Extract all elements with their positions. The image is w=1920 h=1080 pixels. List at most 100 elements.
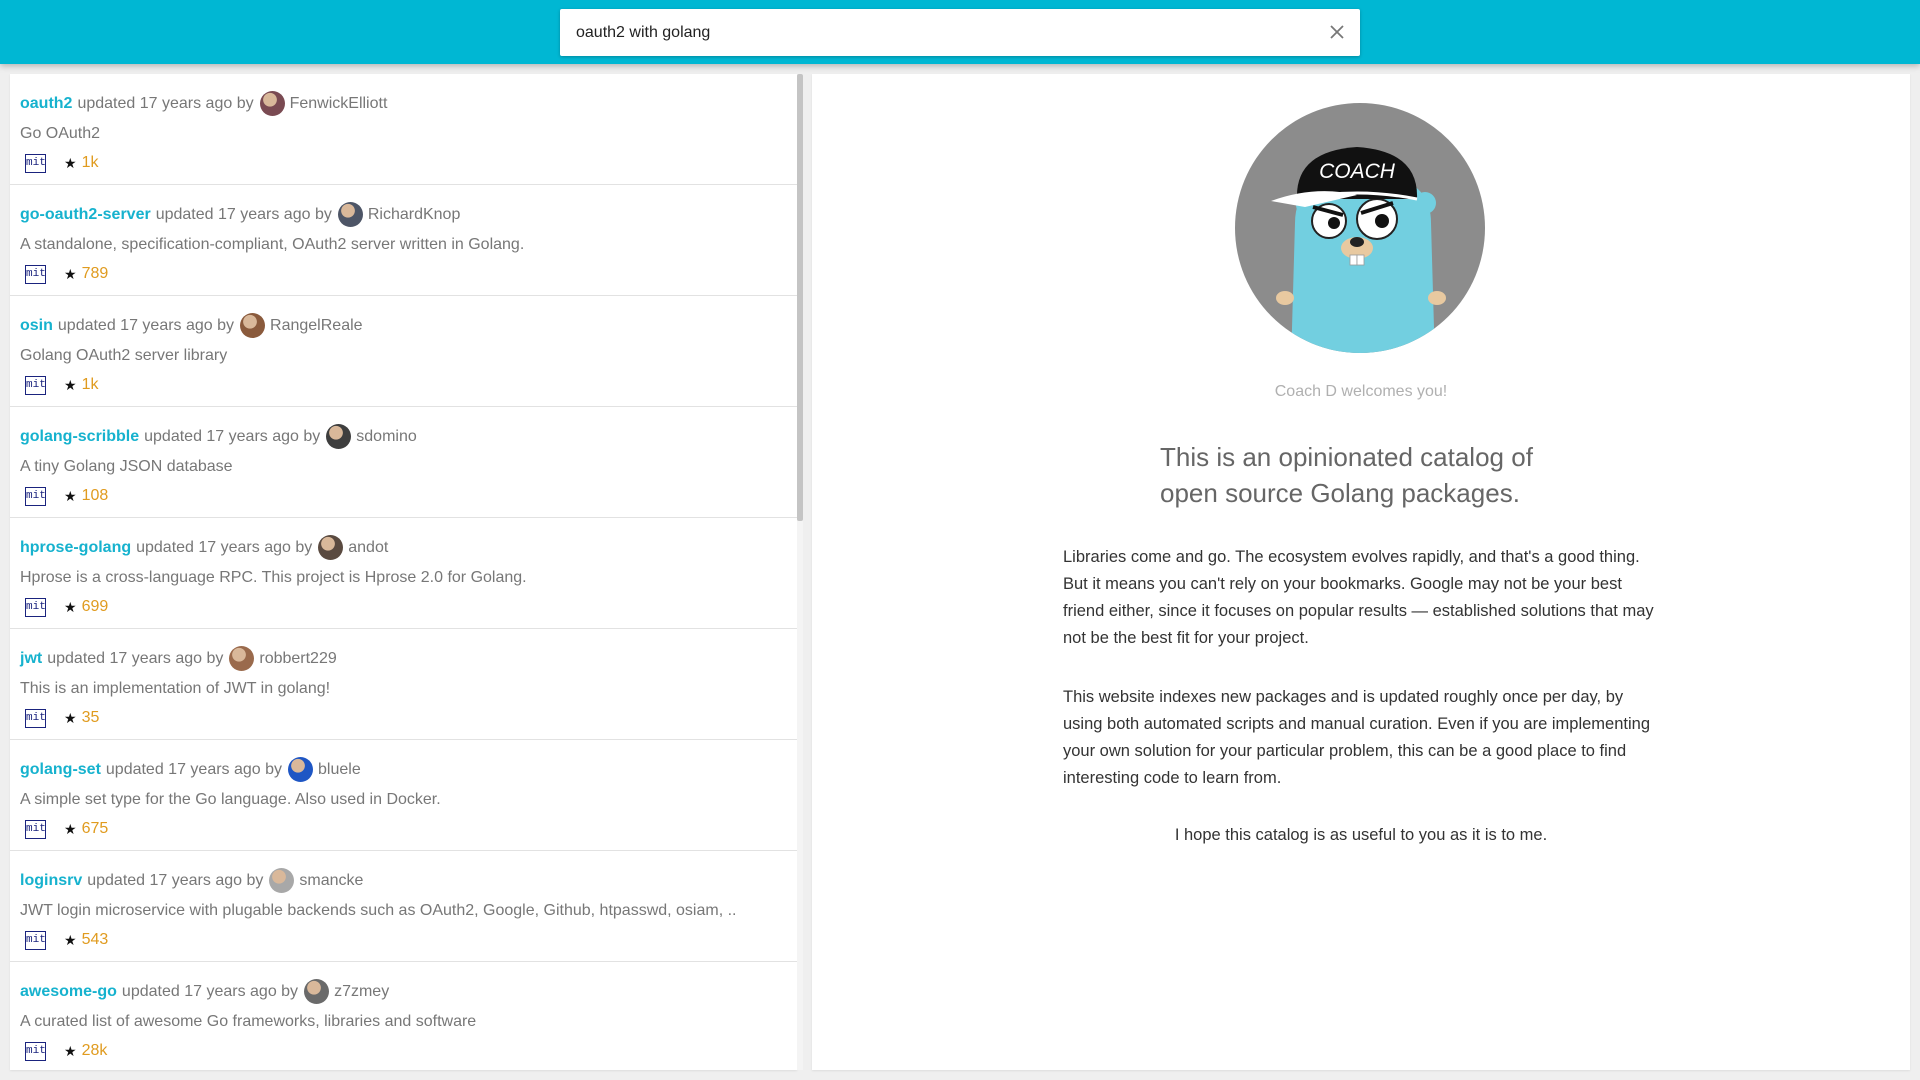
package-meta: mit ★ 35 <box>20 708 787 728</box>
result-header: osin updated 17 years ago by RangelReale <box>20 313 787 338</box>
intro-paragraph-2: This website indexes new packages and is… <box>1063 688 1650 787</box>
package-name-link[interactable]: golang-scribble <box>20 427 139 447</box>
package-description: This is an implementation of JWT in gola… <box>20 680 331 697</box>
close-icon[interactable] <box>1326 21 1348 43</box>
package-meta: mit ★ 789 <box>20 264 787 284</box>
author-name[interactable]: z7zmey <box>334 982 389 1002</box>
star-icon: ★ <box>64 709 77 726</box>
result-item[interactable]: golang-set updated 17 years ago by bluel… <box>10 740 797 851</box>
package-name-link[interactable]: awesome-go <box>20 982 117 1002</box>
scrollbar-thumb[interactable] <box>797 74 803 521</box>
license-badge: mit <box>25 708 46 728</box>
author-avatar[interactable] <box>288 757 314 782</box>
results-list: oauth2 updated 17 years ago by FenwickEl… <box>10 74 797 1070</box>
result-header: go-oauth2-server updated 17 years ago by… <box>20 202 787 227</box>
result-item[interactable]: loginsrv updated 17 years ago by smancke… <box>10 851 797 962</box>
result-item[interactable]: go-oauth2-server updated 17 years ago by… <box>10 185 797 296</box>
license-badge: mit <box>25 819 46 839</box>
author-name[interactable]: sdomino <box>356 427 416 447</box>
search-box <box>560 9 1360 56</box>
updated-text: updated 17 years ago by <box>121 982 299 1000</box>
author-avatar[interactable] <box>259 91 285 116</box>
author-avatar[interactable] <box>269 868 295 893</box>
closing-text: I hope this catalog is as useful to you … <box>1174 826 1548 844</box>
star-icon: ★ <box>64 376 77 393</box>
result-item[interactable]: oauth2 updated 17 years ago by FenwickEl… <box>10 74 797 185</box>
updated-text: updated 17 years ago by <box>57 316 235 334</box>
updated-text: updated 17 years ago by <box>77 94 254 112</box>
author-name[interactable]: andot <box>348 538 388 558</box>
author-name[interactable]: RangelReale <box>270 316 363 336</box>
star-icon: ★ <box>64 1042 77 1059</box>
updated-text: updated 17 years ago by <box>136 538 313 556</box>
star-icon: ★ <box>64 487 77 504</box>
updated-text: updated 17 years ago by <box>144 427 321 445</box>
result-header: loginsrv updated 17 years ago by smancke <box>20 868 787 893</box>
package-meta: mit ★ 699 <box>20 597 787 617</box>
package-description: A simple set type for the Go language. A… <box>20 791 441 808</box>
updated-text: updated 17 years ago by <box>87 871 264 889</box>
results-scrollbar[interactable] <box>797 74 803 1070</box>
package-meta: mit ★ 1k <box>20 153 787 173</box>
license-badge: mit <box>25 375 46 395</box>
star-count: 1k <box>81 154 99 171</box>
cap-text: COACH <box>1319 160 1396 183</box>
package-description: JWT login microservice with plugable bac… <box>20 902 737 919</box>
license-badge: mit <box>25 597 46 617</box>
package-name-link[interactable]: loginsrv <box>20 871 82 891</box>
star-icon: ★ <box>64 931 77 948</box>
author-name[interactable]: smancke <box>299 871 363 891</box>
result-header: oauth2 updated 17 years ago by FenwickEl… <box>20 91 787 116</box>
result-header: golang-scribble updated 17 years ago by … <box>20 424 787 449</box>
welcome-panel: COACH Coach D welcomes you! This is an o… <box>812 74 1910 1070</box>
package-name-link[interactable]: jwt <box>20 649 42 669</box>
package-description: A tiny Golang JSON database <box>20 458 233 475</box>
license-badge: mit <box>25 264 46 284</box>
license-badge: mit <box>25 486 46 506</box>
star-icon: ★ <box>64 154 77 171</box>
package-name-link[interactable]: go-oauth2-server <box>20 205 151 225</box>
search-input[interactable] <box>576 9 1296 56</box>
star-count: 675 <box>81 820 109 837</box>
author-avatar[interactable] <box>318 535 344 560</box>
package-description: Hprose is a cross-language RPC. This pro… <box>20 569 527 586</box>
result-item[interactable]: awesome-go updated 17 years ago by z7zme… <box>10 962 797 1070</box>
author-name[interactable]: bluele <box>318 760 361 780</box>
result-item[interactable]: hprose-golang updated 17 years ago by an… <box>10 518 797 629</box>
result-item[interactable]: jwt updated 17 years ago by robbert229 T… <box>10 629 797 740</box>
package-name-link[interactable]: oauth2 <box>20 94 72 114</box>
license-badge: mit <box>25 1041 46 1061</box>
updated-text: updated 17 years ago by <box>47 649 224 667</box>
author-name[interactable]: RichardKnop <box>368 205 461 225</box>
package-description: Go OAuth2 <box>20 125 101 142</box>
author-name[interactable]: robbert229 <box>259 649 336 669</box>
result-item[interactable]: osin updated 17 years ago by RangelReale… <box>10 296 797 407</box>
star-icon: ★ <box>64 265 77 282</box>
star-icon: ★ <box>64 820 77 837</box>
author-avatar[interactable] <box>326 424 352 449</box>
star-icon: ★ <box>64 598 77 615</box>
result-item[interactable]: golang-scribble updated 17 years ago by … <box>10 407 797 518</box>
package-meta: mit ★ 108 <box>20 486 787 506</box>
top-bar <box>0 0 1920 64</box>
package-name-link[interactable]: osin <box>20 316 53 336</box>
author-avatar[interactable] <box>229 646 255 671</box>
author-avatar[interactable] <box>240 313 266 338</box>
package-meta: mit ★ 28k <box>20 1041 787 1061</box>
author-name[interactable]: FenwickElliott <box>290 94 388 114</box>
author-avatar[interactable] <box>304 979 330 1004</box>
package-description: A standalone, specification-compliant, O… <box>20 236 525 253</box>
package-meta: mit ★ 543 <box>20 930 787 950</box>
package-meta: mit ★ 675 <box>20 819 787 839</box>
star-count: 543 <box>81 931 109 948</box>
result-header: jwt updated 17 years ago by robbert229 <box>20 646 787 671</box>
intro-paragraph-1: Libraries come and go. The ecosystem evo… <box>1063 548 1654 647</box>
author-avatar[interactable] <box>337 202 363 227</box>
package-name-link[interactable]: hprose-golang <box>20 538 131 558</box>
star-count: 789 <box>81 265 109 282</box>
package-name-link[interactable]: golang-set <box>20 760 101 780</box>
updated-text: updated 17 years ago by <box>155 205 332 223</box>
result-header: hprose-golang updated 17 years ago by an… <box>20 535 787 560</box>
star-count: 35 <box>81 709 100 726</box>
welcome-caption: Coach D welcomes you! <box>1274 383 1448 400</box>
